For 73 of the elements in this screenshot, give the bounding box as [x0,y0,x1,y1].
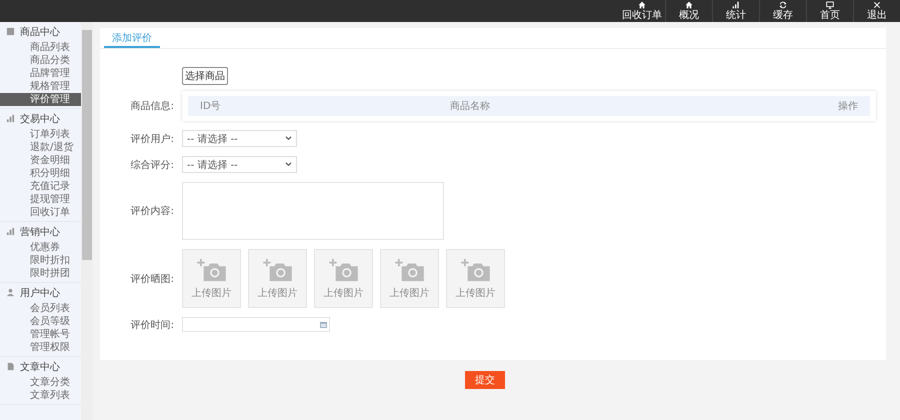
image-upload-tile[interactable]: 上传图片 [380,249,439,308]
nav-link[interactable]: 概况 [665,0,712,22]
sidebar-item[interactable]: 评价管理 [0,93,82,106]
image-upload-tile[interactable]: 上传图片 [182,249,241,308]
sidebar-item[interactable]: 积分明细 [0,167,82,180]
sidebar-group-title[interactable]: 商品中心 [20,24,60,38]
bar-chart-icon [6,114,15,123]
select-goods-button[interactable]: 选择商品 [182,67,228,85]
scrollbar[interactable] [81,22,93,420]
field-label: 评价时间: [130,318,174,332]
tab[interactable]: 添加评价 [104,28,160,48]
refresh-icon [779,1,787,9]
bar-chart-icon [732,1,740,9]
column-header: 操作 [838,100,858,113]
box-icon [6,27,15,36]
sidebar-item[interactable]: 提现管理 [0,193,82,206]
sidebar-group-title[interactable]: 营销中心 [20,224,60,238]
sidebar-group-title[interactable]: 用户中心 [20,286,60,300]
column-header: 商品名称 [450,100,491,113]
user-select[interactable]: -- 请选择 -- [182,130,297,147]
user-icon [6,288,15,297]
nav-link[interactable]: 统计 [712,0,759,22]
chevron-down-icon [285,136,292,141]
sidebar-item[interactable]: 管理权限 [0,341,82,354]
add-photo-icon [394,258,424,282]
document-icon [6,362,15,371]
nav-link[interactable]: 退出 [853,0,900,22]
sidebar-item[interactable]: 规格管理 [0,80,82,93]
sidebar-item[interactable]: 文章分类 [0,376,82,389]
nav-link[interactable]: 首页 [806,0,853,22]
chevron-down-icon [285,162,292,167]
add-photo-icon [196,258,226,282]
home-icon [638,1,646,9]
sidebar-item[interactable]: 充值记录 [0,180,82,193]
sidebar-item[interactable]: 会员列表 [0,302,82,315]
add-photo-icon [328,258,358,282]
home-icon [685,1,693,9]
sidebar-item[interactable]: 商品分类 [0,54,82,67]
submit-button[interactable]: 提交 [465,371,505,389]
sidebar-item[interactable]: 限时折扣 [0,254,82,267]
monitor-icon [826,1,834,9]
sidebar-group-title[interactable]: 文章中心 [20,360,60,374]
field-label: 评价晒图: [130,272,174,286]
image-upload-tile[interactable]: 上传图片 [446,249,505,308]
sidebar-item[interactable]: 退款/退货 [0,141,82,154]
field-label: 评价内容: [130,204,174,218]
add-photo-icon [262,258,292,282]
nav-link[interactable]: 缓存 [759,0,806,22]
sidebar-item[interactable]: 管理帐号 [0,328,82,341]
sidebar-item[interactable]: 资金明细 [0,154,82,167]
field-label: 评价用户: [130,132,174,146]
sidebar-item[interactable]: 限时拼团 [0,267,82,280]
sidebar-item[interactable]: 回收订单 [0,206,82,219]
nav-link[interactable]: 回收订单 [619,0,665,22]
sidebar-item[interactable]: 文章列表 [0,389,82,402]
image-upload-tile[interactable]: 上传图片 [314,249,373,308]
column-header: ID号 [200,100,222,113]
close-icon [873,1,881,9]
sidebar-item[interactable]: 订单列表 [0,128,82,141]
image-upload-tile[interactable]: 上传图片 [248,249,307,308]
sidebar-item[interactable]: 优惠券 [0,241,82,254]
rating-select[interactable]: -- 请选择 -- [182,156,297,173]
content-textarea[interactable] [182,182,444,240]
sidebar-item[interactable]: 会员等级 [0,315,82,328]
add-photo-icon [460,258,490,282]
bar-chart-icon [6,227,15,236]
sidebar-group-title[interactable]: 交易中心 [20,112,60,126]
calendar-icon [320,322,327,328]
sidebar-item[interactable]: 品牌管理 [0,67,82,80]
date-field[interactable] [182,317,330,332]
field-label: 商品信息: [130,100,174,113]
sidebar-item[interactable]: 商品列表 [0,41,82,54]
field-label: 综合评分: [130,158,174,172]
